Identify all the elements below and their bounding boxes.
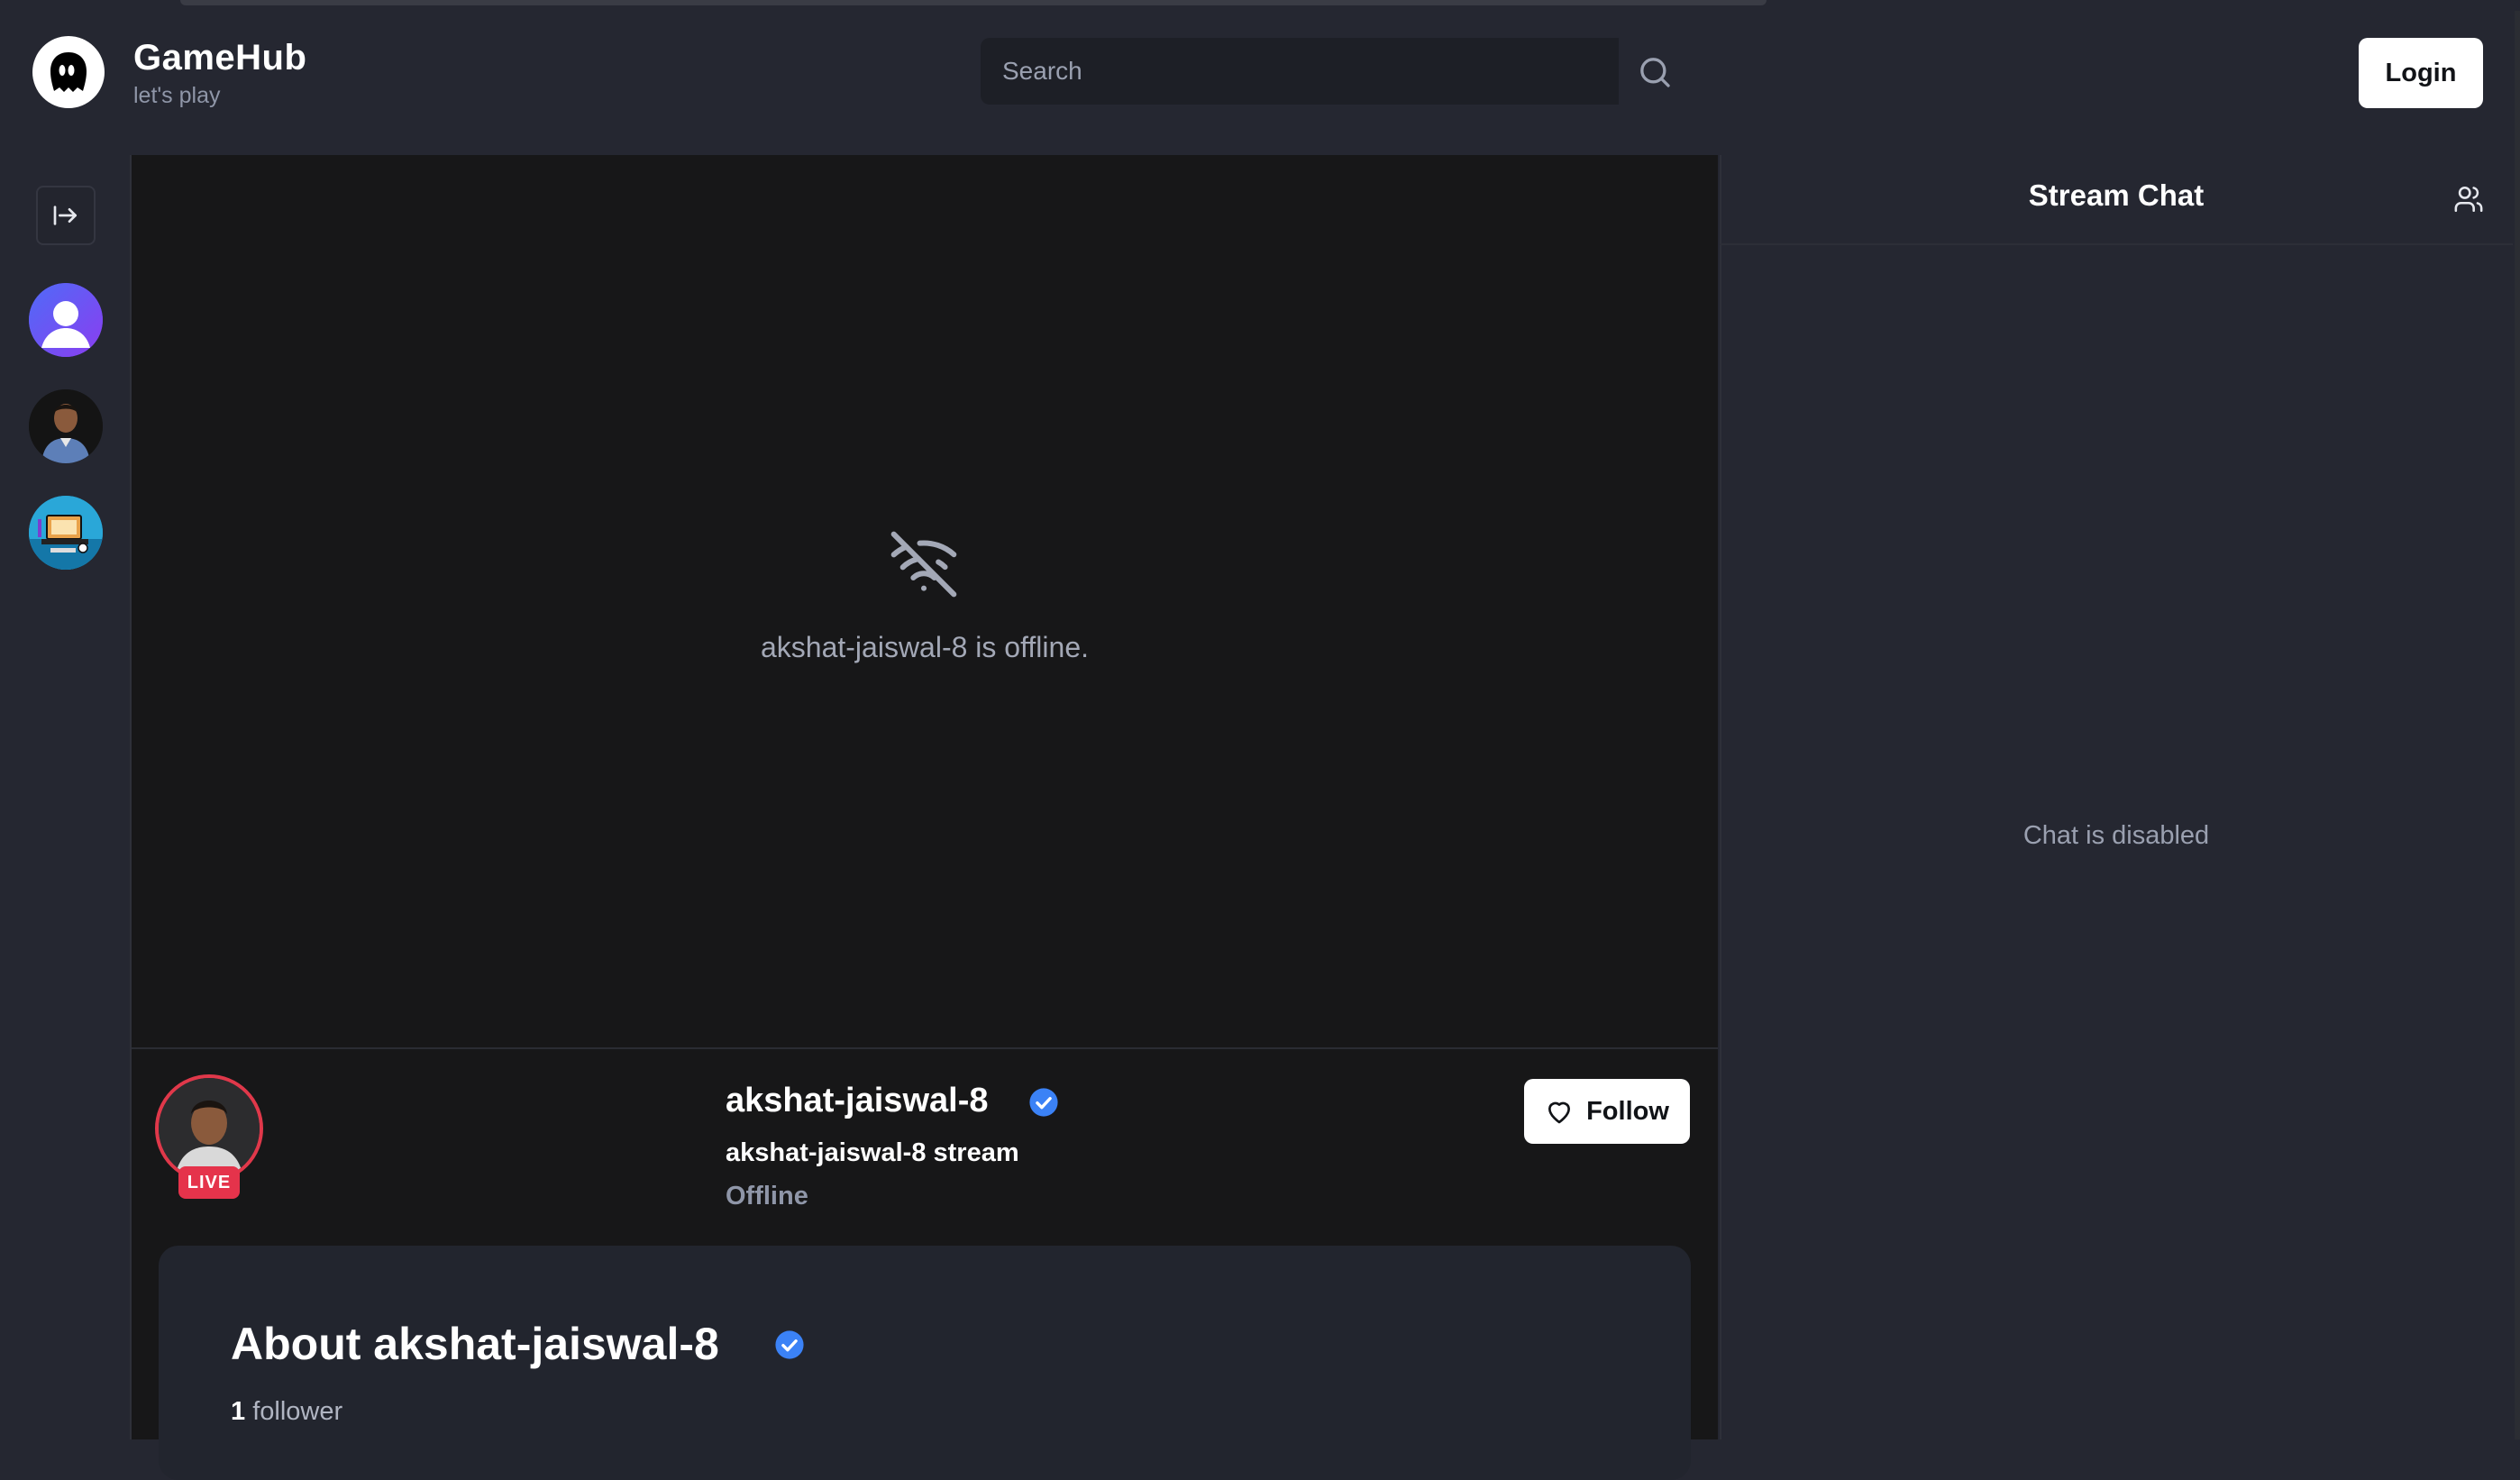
follower-count-label: follower — [252, 1397, 343, 1426]
sidebar-item-default-user[interactable] — [29, 283, 103, 357]
stream-title: akshat-jaiswal-8 stream — [726, 1138, 1019, 1167]
desk-setup-avatar — [29, 496, 103, 570]
user-avatar-icon — [29, 283, 103, 357]
chat-title: Stream Chat — [2028, 178, 2205, 212]
follow-label: Follow — [1586, 1096, 1669, 1126]
host-name[interactable]: akshat-jaiswal-8 — [726, 1082, 988, 1120]
sidebar-item-desk-setup[interactable] — [29, 496, 103, 570]
stream-status: Offline — [726, 1182, 808, 1210]
window-edge — [2515, 11, 2520, 1439]
login-button[interactable]: Login — [2359, 38, 2483, 108]
about-title: About akshat-jaiswal-8 — [231, 1319, 719, 1369]
chat-panel — [1720, 155, 2520, 1439]
live-badge: LIVE — [178, 1166, 240, 1199]
heart-icon — [1548, 1101, 1571, 1124]
chat-community-button[interactable] — [2453, 184, 2484, 219]
browser-top-strip — [180, 0, 1767, 5]
wifi-off-icon — [888, 528, 960, 605]
brand-name[interactable]: GameHub — [133, 38, 306, 78]
search-bar — [981, 38, 1619, 105]
search-input[interactable] — [981, 38, 1619, 105]
follower-count-number: 1 — [231, 1397, 246, 1426]
offline-message: akshat-jaiswal-8 is offline. — [760, 631, 1089, 663]
chat-disabled-message: Chat is disabled — [2022, 821, 2210, 850]
ghost-icon[interactable] — [32, 36, 105, 108]
verified-badge-icon — [774, 1329, 805, 1365]
person-photo-avatar — [159, 1078, 260, 1179]
search-button[interactable] — [1628, 45, 1682, 99]
follow-button[interactable]: Follow — [1524, 1079, 1690, 1144]
person-photo-avatar — [29, 389, 103, 463]
users-icon — [2454, 186, 2483, 213]
sidebar — [0, 155, 132, 1439]
search-icon — [1640, 58, 1670, 87]
brand-tagline: let's play — [133, 83, 221, 108]
follower-count: 1 follower — [231, 1397, 342, 1427]
verified-badge-icon — [1028, 1087, 1059, 1122]
sidebar-item-akshat[interactable] — [29, 389, 103, 463]
